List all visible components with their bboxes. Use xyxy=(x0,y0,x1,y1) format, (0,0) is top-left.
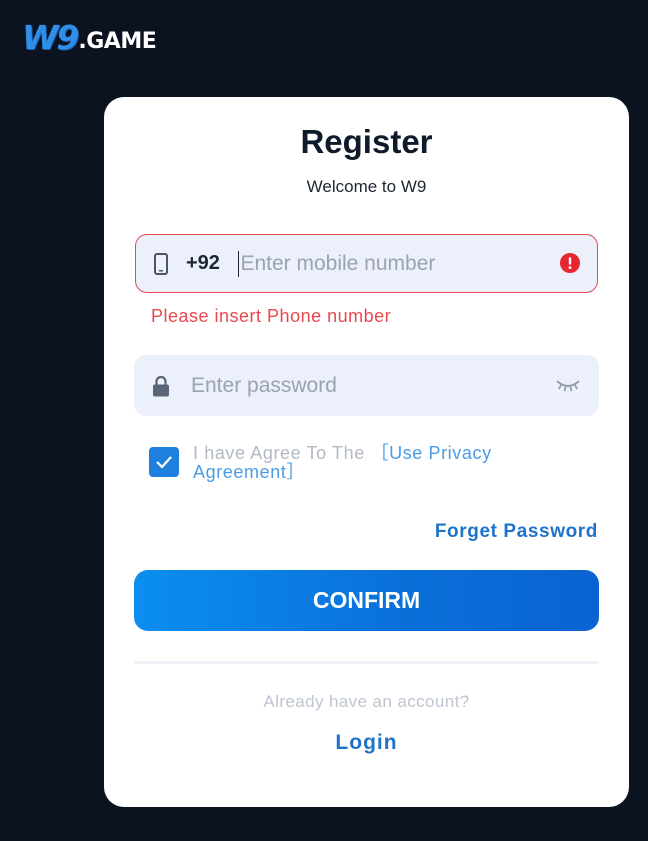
agreement-label: I have Agree To The xyxy=(193,443,371,463)
logo-suffix: .GAME xyxy=(78,29,157,54)
agreement-checkbox[interactable] xyxy=(149,447,179,477)
eye-closed-icon[interactable] xyxy=(555,377,581,393)
password-input[interactable] xyxy=(191,373,531,398)
page-title: Register xyxy=(300,123,433,160)
phone-icon xyxy=(154,252,168,275)
phone-error-message: Please insert Phone number xyxy=(151,306,392,326)
agreement-row: I have Agree To The ［Use Privacy Agreeme… xyxy=(149,444,549,482)
text-caret xyxy=(237,250,240,277)
divider xyxy=(134,661,599,664)
agreement-text: I have Agree To The ［Use Privacy Agreeme… xyxy=(193,444,549,482)
password-field[interactable] xyxy=(134,355,599,416)
lock-icon xyxy=(152,375,170,397)
phone-field[interactable]: +92 xyxy=(135,234,598,293)
login-link[interactable]: Login xyxy=(104,731,629,755)
brand-logo[interactable]: W9 .GAME xyxy=(22,18,157,57)
alert-icon xyxy=(560,253,580,273)
checkmark-icon xyxy=(156,456,172,469)
confirm-button[interactable]: CONFIRM xyxy=(134,570,599,631)
already-have-account-text: Already have an account? xyxy=(263,692,470,711)
phone-input[interactable] xyxy=(240,251,541,276)
logo-brand: W9 xyxy=(22,18,79,57)
register-card: Register Welcome to W9 +92 Please insert xyxy=(104,97,629,807)
page: W9 .GAME Register Welcome to W9 +92 Ente… xyxy=(0,0,648,841)
forget-password-link[interactable]: Forget Password xyxy=(435,521,598,543)
page-subtitle: Welcome to W9 xyxy=(306,177,427,196)
country-code-selector[interactable]: +92 xyxy=(186,252,220,275)
